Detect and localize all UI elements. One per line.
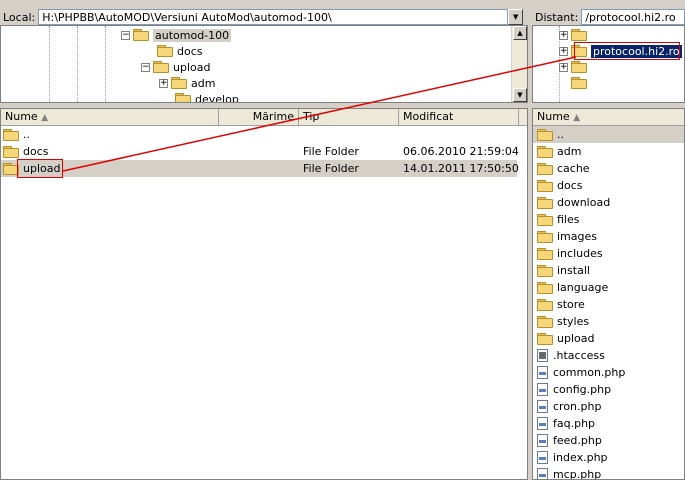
annotation-arrow: [62, 56, 577, 172]
annotation-line: [62, 56, 577, 172]
